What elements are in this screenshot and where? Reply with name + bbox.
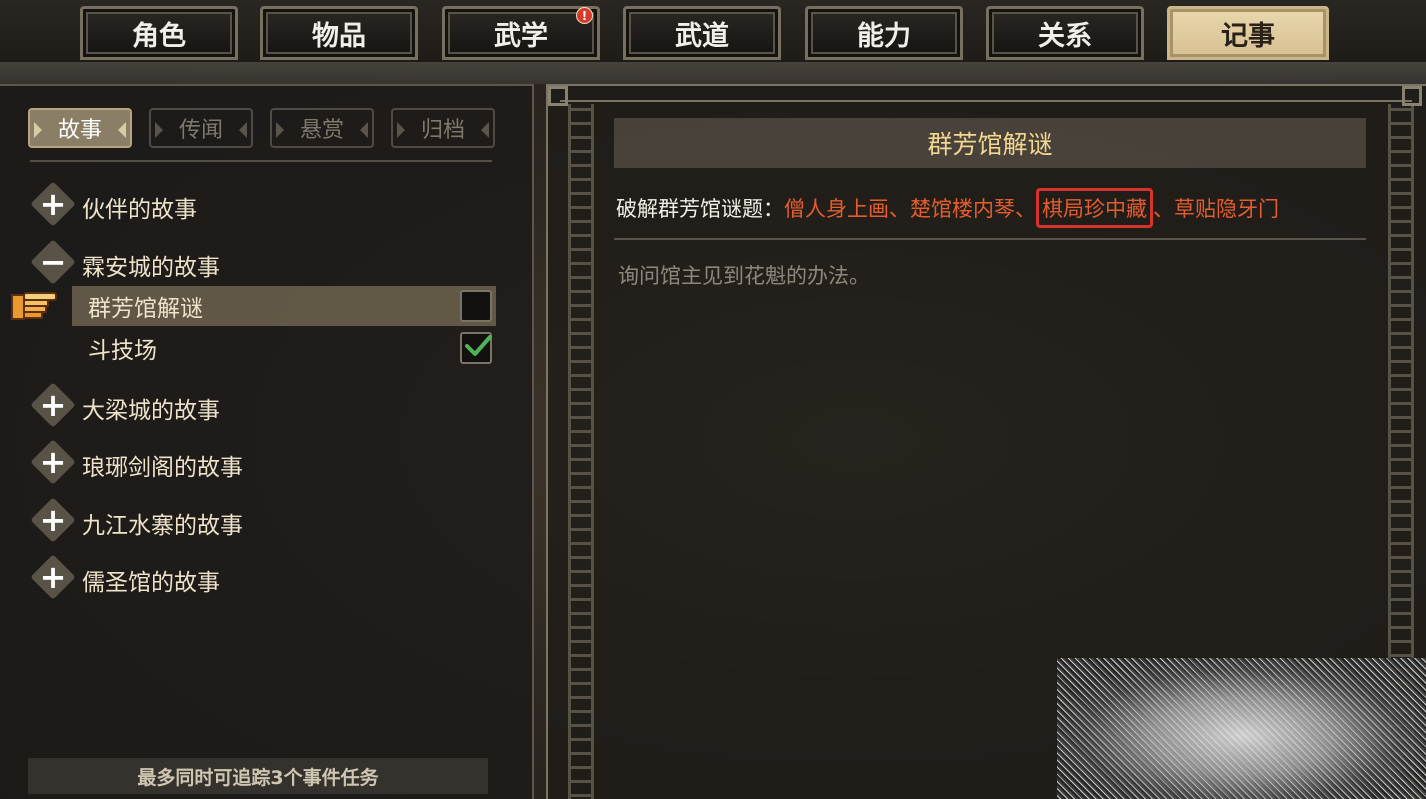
story-group-linan[interactable]: − 霖安城的故事 bbox=[30, 239, 500, 285]
story-group-langya[interactable]: + 琅琊剑阁的故事 bbox=[30, 439, 500, 485]
expand-icon[interactable]: + bbox=[30, 554, 76, 600]
story-group-daliang[interactable]: + 大梁城的故事 bbox=[30, 382, 500, 428]
story-group-rusheng[interactable]: + 儒圣馆的故事 bbox=[30, 554, 500, 600]
expand-icon[interactable]: + bbox=[30, 382, 76, 428]
frame-corner bbox=[548, 86, 568, 106]
quest-description: 询问馆主见到花魁的办法。 bbox=[618, 264, 870, 288]
notification-badge: ! bbox=[576, 7, 593, 24]
tab-relations[interactable]: 关系 bbox=[986, 6, 1144, 60]
frame-border bbox=[546, 84, 548, 799]
subtab-divider bbox=[30, 160, 492, 162]
tab-label: 能力 bbox=[857, 20, 911, 52]
collapse-icon[interactable]: − bbox=[30, 239, 76, 285]
frame-corner bbox=[1402, 86, 1422, 106]
tab-label: 武学 bbox=[494, 20, 548, 52]
objective-separator: 、 bbox=[1015, 197, 1036, 221]
story-group-label: 琅琊剑阁的故事 bbox=[82, 455, 243, 481]
objective-separator: 、 bbox=[1153, 197, 1174, 221]
objective-item: 僧人身上画 bbox=[784, 197, 889, 221]
tab-label: 记事 bbox=[1221, 20, 1275, 52]
story-group-companions[interactable]: + 伙伴的故事 bbox=[30, 181, 500, 227]
frame-border bbox=[546, 84, 1426, 86]
left-meander-border bbox=[568, 104, 594, 799]
objective-prefix: 破解群芳馆谜题： bbox=[616, 197, 784, 221]
story-group-jiujiang[interactable]: + 九江水寨的故事 bbox=[30, 497, 500, 543]
subtab-stories[interactable]: 故事 bbox=[28, 108, 132, 148]
tab-character[interactable]: 角色 bbox=[80, 6, 238, 60]
objective-item-highlighted: 棋局珍中藏 bbox=[1036, 188, 1153, 228]
pointing-hand-icon bbox=[11, 292, 57, 320]
story-group-label: 九江水寨的故事 bbox=[82, 513, 243, 539]
tab-journal[interactable]: 记事 bbox=[1167, 6, 1329, 60]
expand-icon[interactable]: + bbox=[30, 497, 76, 543]
tab-label: 武道 bbox=[675, 20, 729, 52]
tab-items[interactable]: 物品 bbox=[260, 6, 418, 60]
tab-label: 角色 bbox=[132, 20, 186, 52]
story-group-label: 霖安城的故事 bbox=[82, 255, 220, 281]
checkmark-icon bbox=[465, 335, 492, 356]
tracking-limit-note: 最多同时可追踪3个事件任务 bbox=[28, 758, 488, 794]
objective-item: 楚馆楼内琴 bbox=[910, 197, 1015, 221]
quest-row-selected[interactable]: 群芳馆解谜 bbox=[72, 286, 496, 326]
quest-label: 群芳馆解谜 bbox=[88, 296, 203, 322]
subtab-label: 传闻 bbox=[178, 118, 223, 143]
quest-label: 斗技场 bbox=[88, 338, 157, 364]
quest-title: 群芳馆解谜 bbox=[614, 118, 1366, 168]
track-checkbox[interactable] bbox=[460, 290, 492, 322]
objective-separator: 、 bbox=[889, 197, 910, 221]
subtab-label: 悬赏 bbox=[299, 118, 344, 143]
tab-martial-arts[interactable]: 武学! bbox=[442, 6, 600, 60]
watermark-noise bbox=[1057, 658, 1426, 799]
subtab-archive[interactable]: 归档 bbox=[391, 108, 495, 148]
track-checkbox-checked[interactable] bbox=[460, 332, 492, 364]
tab-martial-way[interactable]: 武道 bbox=[623, 6, 781, 60]
tab-label: 关系 bbox=[1038, 20, 1092, 52]
quest-objective: 破解群芳馆谜题： 僧人身上画 、 楚馆楼内琴 、 棋局珍中藏 、 草贴隐牙门 bbox=[616, 188, 1376, 228]
expand-icon[interactable]: + bbox=[30, 181, 76, 227]
subtab-bounties[interactable]: 悬赏 bbox=[270, 108, 374, 148]
story-group-label: 大梁城的故事 bbox=[82, 398, 220, 424]
expand-icon[interactable]: + bbox=[30, 439, 76, 485]
story-group-label: 儒圣馆的故事 bbox=[82, 570, 220, 596]
frame-border bbox=[560, 100, 1412, 102]
subtab-rumors[interactable]: 传闻 bbox=[149, 108, 253, 148]
subtab-label: 归档 bbox=[420, 118, 465, 143]
objective-item: 草贴隐牙门 bbox=[1174, 197, 1279, 221]
detail-divider bbox=[614, 238, 1366, 240]
story-list-panel: 故事 传闻 悬赏 归档 + 伙伴的故事 − 霖安城的故事 群芳馆解谜 斗技场 +… bbox=[0, 84, 534, 799]
subtab-label: 故事 bbox=[57, 118, 102, 143]
tab-label: 物品 bbox=[312, 20, 366, 52]
tab-bar-shadow bbox=[0, 62, 1426, 84]
tab-abilities[interactable]: 能力 bbox=[805, 6, 963, 60]
story-group-label: 伙伴的故事 bbox=[82, 197, 197, 223]
quest-row[interactable]: 斗技场 bbox=[72, 328, 496, 368]
top-tab-bar: 角色 物品 武学! 武道 能力 关系 记事 bbox=[0, 0, 1426, 62]
